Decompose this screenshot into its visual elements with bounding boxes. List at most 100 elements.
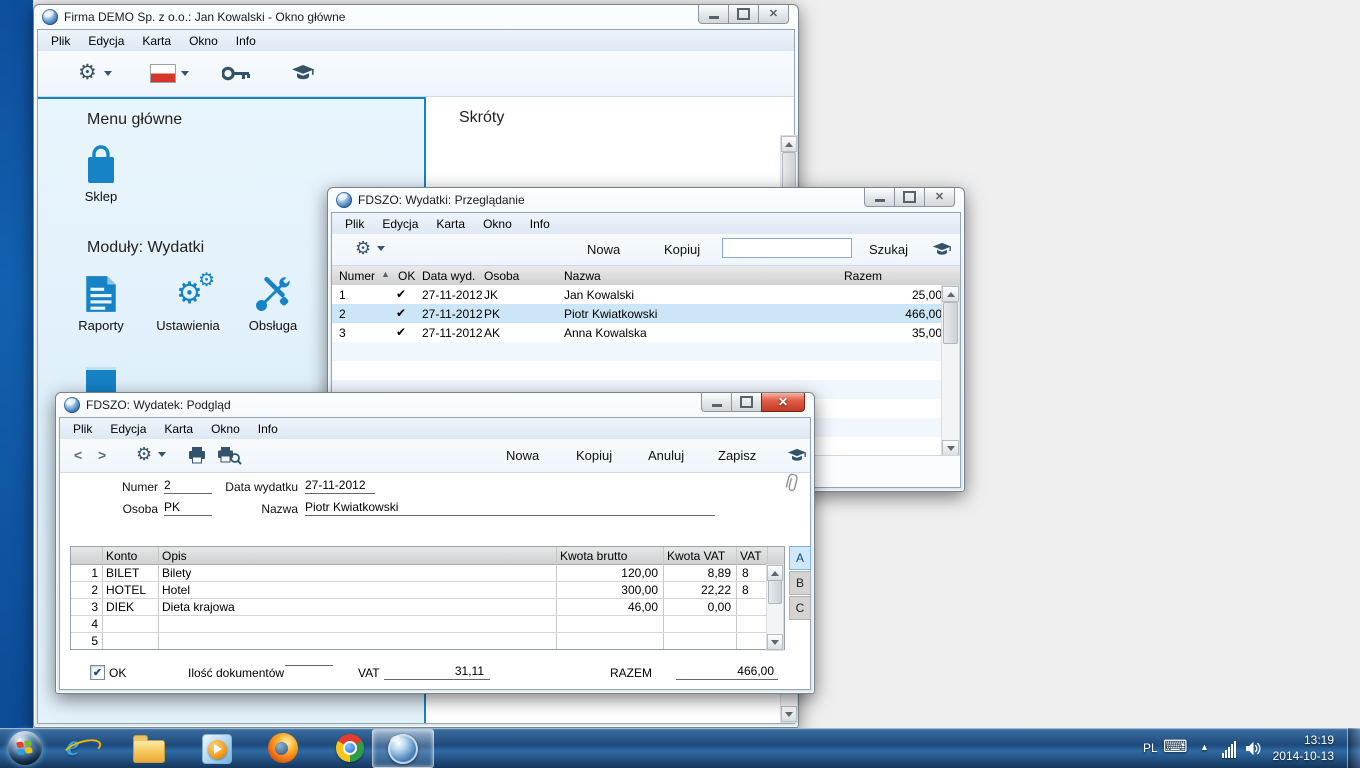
minimize-button[interactable]	[864, 188, 895, 207]
menu-info[interactable]: Info	[249, 419, 287, 439]
graduation-cap-icon[interactable]	[787, 448, 807, 463]
new-button[interactable]: Nowa	[506, 448, 539, 463]
menu-okno[interactable]: Okno	[202, 419, 249, 439]
taskbar-firefox-icon[interactable]	[268, 733, 298, 763]
tab-a[interactable]: A	[789, 546, 811, 570]
prev-record-button[interactable]: <	[74, 447, 82, 463]
nazwa-field[interactable]: Piotr Kwiatkowski	[305, 500, 715, 516]
scroll-up-button[interactable]	[767, 565, 783, 581]
settings-module-icon-small[interactable]: ⚙	[198, 271, 215, 290]
header-nazwa[interactable]: Nazwa	[564, 269, 601, 283]
reports-label[interactable]: Raporty	[63, 318, 139, 333]
next-record-button[interactable]: >	[98, 447, 106, 463]
settings-gear-icon[interactable]: ⚙	[136, 445, 152, 463]
start-button[interactable]	[8, 731, 42, 765]
header-razem[interactable]: Razem	[844, 269, 882, 283]
settings-label[interactable]: Ustawienia	[150, 318, 226, 333]
header-numer[interactable]: Numer	[339, 269, 375, 283]
search-input[interactable]	[722, 238, 852, 258]
cancel-button[interactable]: Anuluj	[648, 448, 684, 463]
taskbar-wmp-icon[interactable]	[202, 734, 232, 764]
settings-gear-icon[interactable]: ⚙	[78, 62, 97, 83]
print-preview-icon[interactable]	[216, 446, 242, 465]
table-row[interactable]: 3 ✔ 27-11-2012 AK Anna Kowalska 35,00	[332, 323, 942, 342]
menu-plik[interactable]: Plik	[42, 31, 79, 51]
shop-label[interactable]: Sklep	[63, 189, 139, 204]
browse-scrollbar[interactable]	[941, 285, 960, 457]
grid-row[interactable]: 2 HOTEL Hotel 300,00 22,22 8	[71, 581, 767, 598]
menu-info[interactable]: Info	[227, 31, 265, 51]
close-button[interactable]: ✕	[761, 393, 805, 412]
menu-karta[interactable]: Karta	[155, 419, 202, 439]
copy-button[interactable]: Kopiuj	[576, 448, 612, 463]
menu-karta[interactable]: Karta	[133, 31, 180, 51]
table-row-selected[interactable]: 2 ✔ 27-11-2012 PK Piotr Kwiatkowski 466,…	[332, 304, 942, 323]
close-button[interactable]: ✕	[758, 5, 789, 24]
minimize-button[interactable]	[701, 393, 732, 412]
volume-icon[interactable]	[1245, 741, 1262, 756]
gear-caret-icon[interactable]	[377, 246, 385, 251]
flag-caret-icon[interactable]	[181, 71, 189, 76]
menu-edycja[interactable]: Edycja	[101, 419, 155, 439]
sort-asc-icon[interactable]: ▲	[381, 269, 390, 279]
maintenance-label[interactable]: Obsługa	[235, 318, 311, 333]
network-icon[interactable]	[1222, 741, 1236, 758]
numer-field[interactable]: 2	[164, 478, 212, 494]
osoba-field[interactable]: PK	[164, 500, 212, 516]
scroll-down-button[interactable]	[781, 706, 797, 722]
maintenance-tools-icon[interactable]	[255, 274, 293, 312]
minimize-button[interactable]	[698, 5, 729, 24]
header-ok[interactable]: OK	[398, 269, 415, 283]
main-window-titlebar[interactable]: Firma DEMO Sp. z o.o.: Jan Kowalski - Ok…	[34, 5, 798, 29]
reports-icon[interactable]	[83, 274, 119, 314]
grid-row[interactable]: 5	[71, 632, 767, 649]
ok-checkbox[interactable]: ✔	[90, 665, 105, 680]
settings-gear-icon[interactable]: ⚙	[355, 239, 371, 257]
close-button[interactable]: ✕	[924, 188, 955, 207]
copy-button[interactable]: Kopiuj	[664, 242, 700, 257]
gear-caret-icon[interactable]	[158, 452, 166, 457]
taskbar-app-button-active[interactable]	[372, 729, 434, 768]
new-button[interactable]: Nowa	[587, 242, 620, 257]
scroll-down-button[interactable]	[942, 440, 959, 456]
scrollbar-thumb[interactable]	[943, 302, 958, 344]
paperclip-icon[interactable]	[784, 473, 801, 495]
tray-expand-icon[interactable]: ▲	[1200, 742, 1209, 752]
maximize-button[interactable]	[728, 5, 759, 24]
scroll-up-button[interactable]	[942, 286, 959, 302]
menu-okno[interactable]: Okno	[474, 214, 521, 234]
menu-plik[interactable]: Plik	[336, 214, 373, 234]
menu-edycja[interactable]: Edycja	[79, 31, 133, 51]
graduation-cap-icon[interactable]	[932, 242, 952, 257]
keyboard-tray-icon[interactable]: ⌨	[1163, 737, 1188, 757]
shop-bag-icon[interactable]	[82, 145, 120, 187]
save-button[interactable]: Zapisz	[718, 448, 756, 463]
taskbar-chrome-icon[interactable]	[336, 734, 364, 762]
maximize-button[interactable]	[731, 393, 762, 412]
docs-count-field[interactable]	[285, 664, 333, 666]
menu-plik[interactable]: Plik	[64, 419, 101, 439]
scroll-down-button[interactable]	[767, 634, 783, 650]
menu-edycja[interactable]: Edycja	[373, 214, 427, 234]
grid-row[interactable]: 4	[71, 615, 767, 632]
taskbar-explorer-icon[interactable]	[133, 733, 165, 763]
menu-okno[interactable]: Okno	[180, 31, 227, 51]
maximize-button[interactable]	[894, 188, 925, 207]
scroll-up-button[interactable]	[781, 136, 797, 152]
scrollbar-thumb[interactable]	[768, 580, 782, 604]
menu-info[interactable]: Info	[521, 214, 559, 234]
taskbar-ie-icon[interactable]: e	[60, 731, 104, 764]
key-icon[interactable]	[222, 66, 250, 81]
tab-b[interactable]: B	[789, 571, 811, 595]
clock[interactable]: 13:19 2014-10-13	[1272, 732, 1334, 764]
show-desktop-button[interactable]	[1347, 728, 1360, 768]
grid-row[interactable]: 3 DIEK Dieta krajowa 46,00 0,00	[71, 598, 767, 615]
grid-row[interactable]: 1 BILET Bilety 120,00 8,89 8	[71, 564, 767, 581]
language-indicator[interactable]: PL	[1143, 741, 1158, 755]
header-osoba[interactable]: Osoba	[484, 269, 519, 283]
gear-caret-icon[interactable]	[104, 71, 112, 76]
tab-c[interactable]: C	[789, 596, 811, 620]
language-flag-icon[interactable]	[150, 64, 176, 83]
data-wydatku-field[interactable]: 27-11-2012	[305, 478, 375, 494]
table-row[interactable]: 1 ✔ 27-11-2012 JK Jan Kowalski 25,00	[332, 285, 942, 304]
